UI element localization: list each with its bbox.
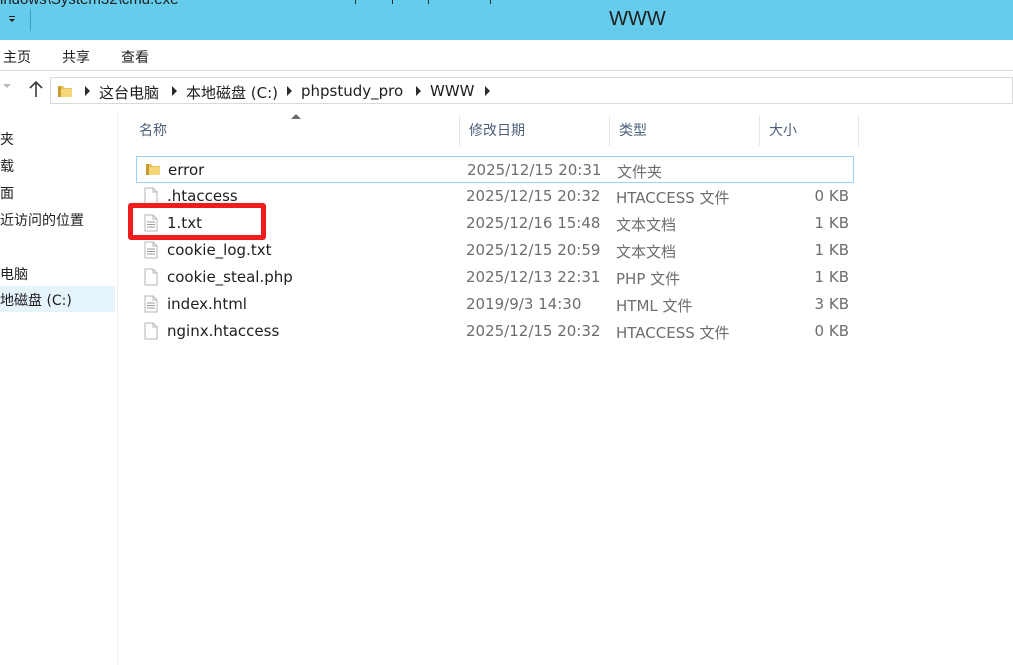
- file-modified-date: 2025/12/13 22:31: [466, 268, 601, 286]
- nav-item-local-disk[interactable]: 地磁盘 (C:): [0, 286, 115, 312]
- up-arrow-icon[interactable]: [28, 79, 44, 99]
- file-type: 文本文档: [616, 243, 677, 261]
- file-type: HTML 文件: [616, 297, 693, 315]
- background-divider: [392, 0, 393, 4]
- window-title: WWW: [609, 8, 666, 30]
- folder-icon: [57, 83, 73, 98]
- file-size: 3 KB: [814, 295, 849, 313]
- breadcrumb-separator-icon[interactable]: [416, 86, 421, 96]
- file-modified-date: 2025/12/16 15:48: [466, 214, 601, 232]
- file-size: 0 KB: [814, 187, 849, 205]
- file-size: 1 KB: [814, 241, 849, 259]
- nav-item-this-pc[interactable]: 电脑: [0, 264, 28, 284]
- file-name: .htaccess: [167, 187, 238, 205]
- file-type: 文件夹: [617, 163, 663, 181]
- address-row: 这台电脑 本地磁盘 (C:) phpstudy_pro WWW: [0, 71, 1013, 113]
- file-row[interactable]: error 2025/12/15 20:31 文件夹: [136, 156, 854, 183]
- text-file-icon: [144, 295, 158, 313]
- background-window-title: indows\System32\cmd.exe: [0, 0, 178, 8]
- file-type: HTACCESS 文件: [616, 324, 730, 342]
- breadcrumb-phpstudy-pro[interactable]: phpstudy_pro: [301, 82, 403, 100]
- text-file-icon: [144, 214, 158, 232]
- file-type: HTACCESS 文件: [616, 189, 730, 207]
- tab-home[interactable]: 主页: [3, 47, 31, 67]
- file-name: index.html: [167, 295, 247, 313]
- background-divider: [355, 0, 356, 4]
- file-row[interactable]: nginx.htaccess 2025/12/15 20:32 HTACCESS 文…: [136, 318, 854, 345]
- file-name: 1.txt: [167, 214, 202, 232]
- column-header-date[interactable]: 修改日期: [460, 116, 610, 146]
- breadcrumb-separator-icon[interactable]: [85, 86, 90, 96]
- column-header-type[interactable]: 类型: [610, 116, 760, 146]
- file-row[interactable]: index.html 2019/9/3 14:30 HTML 文件 3 KB: [136, 291, 854, 318]
- file-row[interactable]: .htaccess 2025/12/15 20:32 HTACCESS 文件 0 KB: [136, 183, 854, 210]
- breadcrumb-this-pc[interactable]: 这台电脑: [99, 82, 159, 103]
- file-size: 0 KB: [814, 322, 849, 340]
- breadcrumb-local-disk[interactable]: 本地磁盘 (C:): [186, 82, 278, 103]
- file-name: cookie_steal.php: [167, 268, 293, 286]
- text-file-icon: [144, 241, 158, 259]
- file-modified-date: 2025/12/15 20:59: [466, 241, 601, 259]
- tab-share[interactable]: 共享: [62, 47, 90, 67]
- folder-icon: [145, 161, 160, 179]
- recent-locations-dropdown-icon[interactable]: [2, 81, 12, 94]
- file-type: PHP 文件: [616, 270, 681, 288]
- blank-file-icon: [144, 187, 158, 205]
- file-name: error: [168, 161, 205, 179]
- file-modified-date: 2025/12/15 20:31: [467, 161, 602, 179]
- blank-file-icon: [144, 268, 158, 286]
- file-row[interactable]: cookie_steal.php 2025/12/13 22:31 PHP 文件 1 …: [136, 264, 854, 291]
- column-header-size[interactable]: 大小: [760, 116, 859, 146]
- title-bar: indows\System32\cmd.exe WWW: [0, 0, 1013, 40]
- file-modified-date: 2019/9/3 14:30: [466, 295, 582, 313]
- blank-file-icon: [144, 322, 158, 340]
- nav-item-recent-places[interactable]: 近访问的位置: [0, 210, 84, 230]
- file-name: cookie_log.txt: [167, 241, 272, 259]
- background-divider: [490, 0, 491, 4]
- ribbon: 主页 共享 查看: [0, 40, 1013, 71]
- file-size: 1 KB: [814, 268, 849, 286]
- nav-item-downloads[interactable]: 载: [0, 156, 14, 176]
- file-name: nginx.htaccess: [167, 322, 280, 340]
- file-type: 文本文档: [616, 216, 677, 234]
- address-bar[interactable]: 这台电脑 本地磁盘 (C:) phpstudy_pro WWW: [50, 77, 1013, 104]
- file-modified-date: 2025/12/15 20:32: [466, 322, 601, 340]
- breadcrumb-separator-icon[interactable]: [485, 86, 490, 96]
- breadcrumb-separator-icon[interactable]: [172, 86, 177, 96]
- tab-view[interactable]: 查看: [121, 47, 149, 67]
- file-size: 1 KB: [814, 214, 849, 232]
- file-modified-date: 2025/12/15 20:32: [466, 187, 601, 205]
- nav-item-desktop[interactable]: 面: [0, 183, 14, 203]
- breadcrumb-separator-icon[interactable]: [287, 86, 292, 96]
- nav-item-favorites[interactable]: 夹: [0, 129, 14, 149]
- breadcrumb-www[interactable]: WWW: [430, 82, 475, 100]
- file-row[interactable]: cookie_log.txt 2025/12/15 20:59 文本文档 1 KB: [136, 237, 854, 264]
- column-header-name[interactable]: 名称: [130, 116, 460, 146]
- navigation-pane: 夹 载 面 近访问的位置 电脑 地磁盘 (C:): [0, 113, 118, 665]
- background-divider: [428, 0, 429, 4]
- file-row[interactable]: 1.txt 2025/12/16 15:48 文本文档 1 KB: [136, 210, 854, 237]
